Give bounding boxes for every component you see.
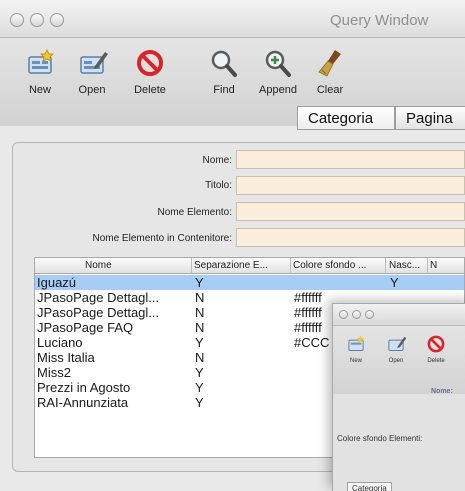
table-cell-separazione: N	[195, 320, 205, 335]
tab-categoria[interactable]: Categoria	[297, 106, 395, 130]
open-record-icon	[80, 52, 108, 74]
column-divider[interactable]	[191, 258, 192, 274]
second-window-close-button[interactable]	[339, 310, 348, 319]
open-label: Open	[78, 84, 106, 96]
second-window-toolbar: New Open Delete	[333, 326, 465, 394]
new-record-icon	[28, 49, 54, 74]
title-bar[interactable]: Query Window	[0, 0, 465, 38]
second-window-colore-label: Colore sfondo Elementi:	[337, 434, 423, 443]
column-divider[interactable]	[385, 258, 386, 274]
second-window-open-button[interactable]: Open	[379, 334, 413, 364]
close-window-button[interactable]	[10, 13, 24, 27]
new-button[interactable]: New	[14, 48, 66, 116]
window-title: Query Window	[330, 12, 429, 29]
clear-icon	[318, 50, 341, 77]
table-cell-separazione: Y	[195, 335, 204, 350]
delete-icon	[427, 335, 445, 353]
find-icon	[211, 50, 237, 77]
second-window-open-label: Open	[388, 358, 404, 364]
second-window-tab-categoria[interactable]: Categoria	[347, 482, 392, 491]
nome-elemento-field[interactable]	[236, 202, 465, 221]
delete-icon	[137, 50, 163, 76]
second-window-nome-label: Nome:	[431, 388, 453, 395]
append-label: Append	[259, 84, 297, 96]
table-cell-separazione: Y	[195, 275, 204, 290]
minimize-window-button[interactable]	[30, 13, 44, 27]
table-cell-nome: JPasoPage Dettagl...	[37, 305, 160, 320]
column-header-colore[interactable]: Colore sfondo ...	[293, 260, 383, 274]
open-button[interactable]: Open	[66, 48, 118, 116]
column-header-nome[interactable]: Nome	[85, 260, 175, 274]
query-window: Query Window New Open Delete Find Append…	[0, 0, 465, 491]
table-cell-nome: Luciano	[37, 335, 83, 350]
table-cell-nasc: Y	[390, 275, 399, 290]
column-header-nasc[interactable]: Nasc...	[389, 260, 425, 274]
titolo-field[interactable]	[236, 176, 465, 195]
second-window-title-bar[interactable]	[333, 304, 465, 326]
second-window-minimize-button[interactable]	[352, 310, 361, 319]
open-record-icon	[388, 336, 407, 351]
table-cell-nome: Iguazú	[37, 275, 77, 290]
table-header: Nome Separazione E... Colore sfondo ... …	[35, 258, 464, 274]
column-divider[interactable]	[427, 258, 428, 274]
second-window-new-button[interactable]: New	[339, 334, 373, 364]
find-label: Find	[213, 84, 235, 96]
titolo-label: Titolo:	[205, 180, 232, 191]
table-cell-nome: Miss Italia	[37, 350, 95, 365]
tab-pagina[interactable]: Pagina	[395, 106, 465, 130]
zoom-window-button[interactable]	[50, 13, 64, 27]
second-window-delete-button[interactable]: Delete	[419, 334, 453, 364]
table-cell-separazione: Y	[195, 395, 204, 410]
second-query-window[interactable]: New Open Delete Nome: Colore sfondo Elem…	[332, 303, 465, 491]
find-button[interactable]: Find	[198, 48, 250, 116]
second-window-new-label: New	[349, 358, 362, 364]
nome-elemento-contenitore-label: Nome Elemento in Contenitore:	[92, 233, 232, 244]
second-window-zoom-button[interactable]	[365, 310, 374, 319]
table-cell-separazione: N	[195, 290, 205, 305]
second-window-delete-label: Delete	[427, 358, 445, 364]
column-header-separazione[interactable]: Separazione E...	[194, 260, 288, 274]
table-cell-separazione: Y	[195, 365, 204, 380]
table-row[interactable]: Iguazú Y Y	[35, 275, 464, 290]
table-cell-nome: Prezzi in Agosto	[37, 380, 131, 395]
new-record-icon	[348, 335, 365, 351]
column-header-n[interactable]: N	[430, 260, 460, 274]
clear-label: Clear	[316, 84, 344, 96]
table-cell-nome: JPasoPage Dettagl...	[37, 290, 160, 305]
table-cell-nome: Miss2	[37, 365, 71, 380]
nome-field[interactable]	[236, 150, 465, 169]
table-cell-nome: JPasoPage FAQ	[37, 320, 134, 335]
delete-button[interactable]: Delete	[124, 48, 176, 116]
column-divider[interactable]	[290, 258, 291, 274]
table-cell-separazione: Y	[195, 380, 204, 395]
table-cell-nome: RAI-Annunziata	[37, 395, 129, 410]
nome-elemento-contenitore-field[interactable]	[236, 228, 465, 247]
append-icon	[265, 50, 291, 77]
delete-label: Delete	[134, 84, 166, 96]
nome-elemento-label: Nome Elemento:	[157, 207, 232, 218]
new-label: New	[28, 84, 51, 96]
nome-label: Nome:	[202, 155, 232, 166]
table-cell-separazione: N	[195, 350, 205, 365]
table-cell-separazione: N	[195, 305, 205, 320]
